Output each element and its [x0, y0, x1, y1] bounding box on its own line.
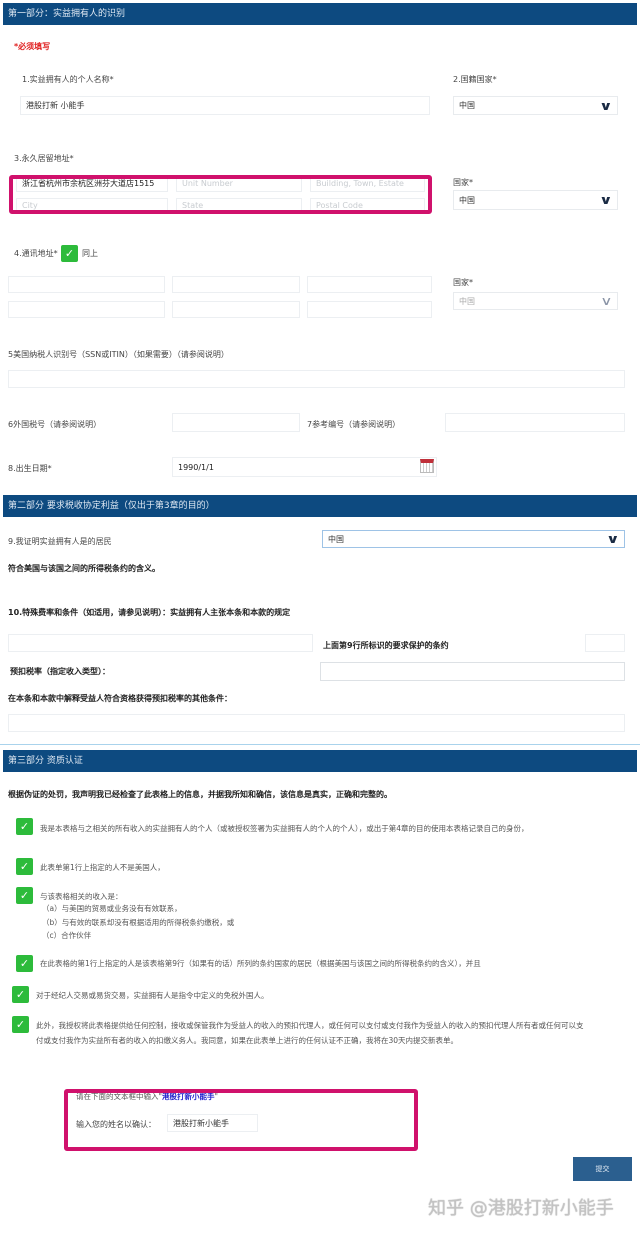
- submit-button[interactable]: 提交: [573, 1157, 632, 1181]
- perjury-statement: 根据伪证的处罚，我声明我已经检查了此表格上的信息，并据我所知和确信，该信息是真实…: [8, 790, 392, 799]
- mailing-state-input[interactable]: [172, 301, 300, 318]
- cert-checkbox-4[interactable]: ✓: [16, 955, 33, 972]
- mailing-postal-input[interactable]: [307, 301, 432, 318]
- dob-input[interactable]: 1990/1/1: [172, 457, 437, 477]
- mailing-label: 4.通讯地址*: [14, 249, 58, 258]
- treaty-input[interactable]: [585, 634, 625, 652]
- reference-input[interactable]: [445, 413, 625, 432]
- same-as-above-label: 同上: [82, 249, 98, 258]
- residence-value: 中国: [328, 534, 344, 544]
- highlight-box-confirm: [64, 1089, 418, 1151]
- treaty-meaning-text: 符合美国与该国之间的所得税条约的含义。: [8, 564, 160, 573]
- country-label: 国家*: [453, 178, 473, 187]
- chevron-down-icon: ∨: [600, 294, 613, 308]
- subitem-c: （c）合作伙伴: [42, 931, 92, 940]
- mailing-country-select[interactable]: 中国 ∨: [453, 292, 618, 310]
- cert-text-6: 此外，我授权将此表格提供给任何控制，接收或保管我作为受益人的收入的预扣代理人，或…: [36, 1021, 584, 1045]
- cert-text-1: 我是本表格与之相关的所有收入的实益拥有人的个人（或被授权签署为实益拥有人的个人的…: [40, 824, 529, 833]
- cert-checkbox-1[interactable]: ✓: [16, 818, 33, 835]
- special-rates-label: 10.特殊费率和条件（如适用，请参见说明）：实益拥有人主张本条和本款的规定: [8, 608, 291, 617]
- divider: [0, 744, 640, 745]
- treaty-label: 上面第9行所标识的要求保护的条约: [323, 641, 449, 650]
- part1-header: 第一部分：实益拥有人的识别: [3, 3, 637, 25]
- name-input[interactable]: 港股打新 小能手: [20, 96, 430, 115]
- mailing-unit-input[interactable]: [172, 276, 300, 293]
- withholding-label: 预扣税率（指定收入类型）：: [10, 667, 110, 676]
- cert-checkbox-2[interactable]: ✓: [16, 858, 33, 875]
- ssn-input[interactable]: [8, 370, 625, 388]
- calendar-icon[interactable]: [420, 459, 434, 473]
- subitem-b: （b）与有效的联系却没有根据适用的所得税条约缴税，或: [42, 917, 235, 927]
- country-value: 中国: [459, 195, 475, 205]
- residence-select[interactable]: 中国 ∨: [322, 530, 625, 548]
- citizenship-select[interactable]: 中国 ∨: [453, 96, 618, 115]
- subitem-a: （a）与美国的贸易或业务没有有效联系，: [42, 904, 182, 913]
- address-label: 3.永久居留地址*: [14, 154, 74, 163]
- same-as-above-checkbox[interactable]: ✓: [61, 245, 78, 262]
- mailing-city-input[interactable]: [8, 301, 165, 318]
- cert-checkbox-5[interactable]: ✓: [12, 986, 29, 1003]
- cert-text-5: 对于经纪人交易或易货交易，实益拥有人是指令中定义的免税外国人。: [36, 991, 269, 1000]
- dob-label: 8.出生日期*: [8, 464, 52, 473]
- chevron-down-icon: ∨: [606, 532, 620, 546]
- foreign-tin-input[interactable]: [172, 413, 300, 432]
- chevron-down-icon: ∨: [599, 98, 613, 113]
- foreign-tin-label: 6外国税号（请参阅说明）: [8, 420, 102, 429]
- mailing-building-input[interactable]: [307, 276, 432, 293]
- ssn-label: 5美国纳税人识别号（SSN或ITIN）（如果需要）（请参阅说明）: [8, 350, 229, 359]
- cert-subitems: （a）与美国的贸易或业务没有有效联系， （b）与有效的联系却没有根据适用的所得税…: [42, 902, 234, 943]
- residence-label: 9.我证明实益拥有人是的居民: [8, 537, 112, 546]
- watermark: 知乎 @港股打新小能手: [428, 1198, 614, 1219]
- cert-checkbox-3[interactable]: ✓: [16, 887, 33, 904]
- other-conditions-label: 在本条和本款中解释受益人符合资格获得预扣税率的其他条件：: [8, 694, 232, 703]
- mailing-country-label: 国家*: [453, 278, 473, 287]
- part2-header: 第二部分 要求税收协定利益（仅出于第3章的目的）: [3, 495, 637, 517]
- cert-checkbox-6[interactable]: ✓: [12, 1016, 29, 1033]
- chevron-down-icon: ∨: [599, 193, 613, 207]
- mailing-country-value: 中国: [459, 296, 475, 306]
- withholding-input[interactable]: [320, 662, 625, 681]
- citizenship-label: 2.国籍国家*: [453, 75, 497, 84]
- other-conditions-input[interactable]: [8, 714, 625, 732]
- mailing-street-input[interactable]: [8, 276, 165, 293]
- required-note: *必须填写: [14, 42, 51, 51]
- citizenship-value: 中国: [459, 101, 475, 110]
- cert-text-2: 此表单第1行上指定的人不是美国人，: [40, 863, 165, 872]
- name-label: 1.实益拥有人的个人名称*: [22, 75, 114, 84]
- reference-label: 7参考编号（请参阅说明）: [307, 420, 401, 429]
- highlight-box-address: [9, 175, 432, 214]
- part3-header: 第三部分 资质认证: [3, 750, 637, 772]
- country-select[interactable]: 中国 ∨: [453, 190, 618, 210]
- special-article-input[interactable]: [8, 634, 313, 652]
- cert-text-4: 在此表格的第1行上指定的人是该表格第9行（如果有的话）所列的条约国家的居民（根据…: [40, 959, 481, 968]
